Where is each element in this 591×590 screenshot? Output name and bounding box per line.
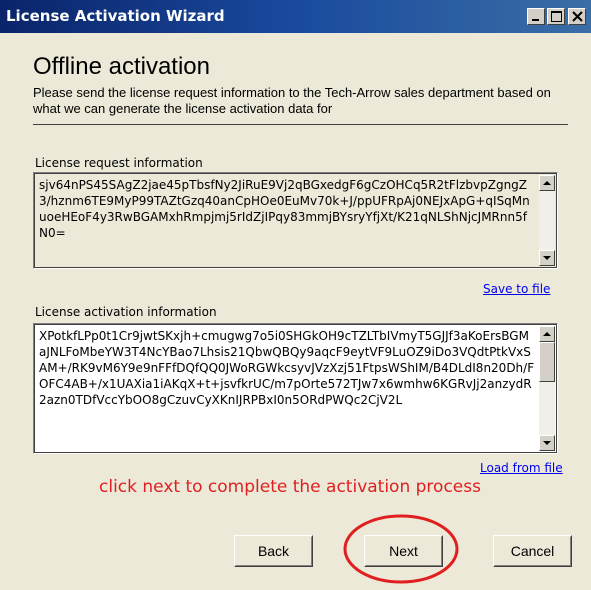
license-request-textbox[interactable]: sjv64nPS45SAgZ2jae45pTbsfNy2JiRuE9Vj2qBG…	[33, 172, 558, 269]
license-activation-text: XPotkfLPp0t1Cr9jwtSKxjh+cmugwg7o5i0SHGkO…	[39, 329, 535, 407]
license-request-scrollbar[interactable]	[539, 175, 555, 266]
license-activation-scrollbar[interactable]	[539, 326, 555, 451]
load-from-file-link[interactable]: Load from file	[480, 461, 563, 475]
scroll-down-icon[interactable]	[539, 435, 555, 451]
instruction-annotation: click next to complete the activation pr…	[99, 477, 481, 497]
scroll-thumb[interactable]	[539, 342, 555, 382]
scroll-up-icon[interactable]	[539, 326, 555, 342]
scroll-up-icon[interactable]	[539, 175, 555, 191]
close-icon[interactable]	[568, 8, 586, 25]
back-button[interactable]: Back	[234, 535, 313, 567]
header-divider	[33, 124, 568, 125]
license-activation-label: License activation information	[35, 305, 217, 319]
license-request-label: License request information	[35, 156, 203, 170]
window-title: License Activation Wizard	[6, 7, 225, 25]
cancel-button[interactable]: Cancel	[493, 535, 572, 567]
maximize-icon[interactable]	[547, 8, 565, 25]
page-title: Offline activation	[33, 53, 210, 80]
scroll-down-icon[interactable]	[539, 250, 555, 266]
next-button[interactable]: Next	[364, 535, 443, 567]
page-description: Please send the license request informat…	[33, 85, 551, 116]
title-bar[interactable]: License Activation Wizard	[0, 0, 591, 33]
license-activation-window: License Activation Wizard Offline activa…	[0, 0, 591, 590]
save-to-file-link[interactable]: Save to file	[483, 282, 550, 296]
license-activation-textbox[interactable]: XPotkfLPp0t1Cr9jwtSKxjh+cmugwg7o5i0SHGkO…	[33, 323, 558, 454]
minimize-icon[interactable]	[527, 8, 545, 25]
license-request-text: sjv64nPS45SAgZ2jae45pTbsfNy2JiRuE9Vj2qBG…	[39, 178, 530, 240]
